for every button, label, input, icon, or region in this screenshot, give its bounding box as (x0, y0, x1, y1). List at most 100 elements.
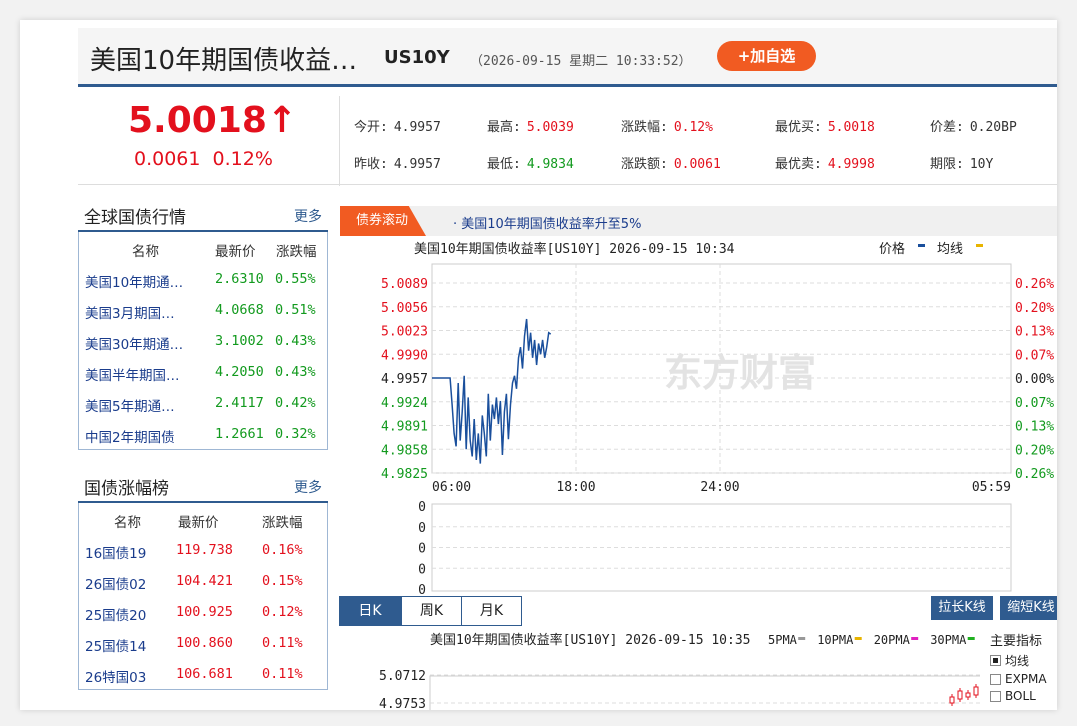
quote-field: 最优买: 5.0018 (775, 116, 875, 135)
panel-title: 国债涨幅榜 (84, 479, 169, 499)
cell-name[interactable]: 美国10年期通… (85, 271, 183, 291)
legend-price-swatch (918, 244, 925, 247)
indicator-option[interactable]: BOLL (990, 689, 1047, 703)
field-value: 5.0018 (827, 120, 875, 135)
add-watchlist-button[interactable]: +加自选 (717, 41, 816, 71)
watermark: 东方财富 (664, 351, 816, 395)
table-row[interactable]: 16国债19 119.738 0.16% (79, 534, 327, 565)
table-row[interactable]: 美国5年期通… 2.4117 0.42% (79, 387, 327, 418)
column-header: 涨跌幅 (276, 244, 317, 260)
cell-name[interactable]: 25国债14 (85, 635, 146, 655)
cell-name[interactable]: 美国5年期通… (85, 395, 175, 415)
x-tick-label: 06:00 (432, 480, 471, 495)
news-headline-link[interactable]: · 美国10年期国债收益率升至5% (453, 213, 641, 232)
cell-name[interactable]: 16国债19 (85, 542, 146, 562)
quote-stats: 今开: 4.9957 最高: 5.0039 涨跌幅: 0.12% 最优买: 5.0018 价差:… (339, 96, 1057, 186)
column-header: 最新价 (215, 244, 256, 260)
cell-pct: 0.43% (275, 333, 316, 349)
cell-price: 2.6310 (215, 271, 264, 287)
indicator-checkbox[interactable] (990, 673, 1001, 685)
kline-tab[interactable]: 日K (339, 596, 401, 626)
quote-field: 价差: 0.20BP (930, 116, 1017, 135)
table-row[interactable]: 25国债14 100.860 0.11% (79, 627, 327, 658)
y-pct-tick-label: 0.20% (1015, 301, 1054, 316)
tab-bond-news[interactable]: 债券滚动 (340, 206, 426, 236)
candle (957, 690, 963, 700)
quote-field: 涨跌额: 0.0061 (621, 153, 721, 172)
table-row[interactable]: 中国2年期国债 1.2661 0.32% (79, 418, 327, 449)
panel-header: 国债涨幅榜 更多 (78, 471, 328, 503)
volume-tick-label: 0 (418, 500, 426, 515)
table-row[interactable]: 美国半年期国… 4.2050 0.43% (79, 356, 327, 387)
shorten-kline-button[interactable]: 缩短K线 (1000, 596, 1057, 620)
cell-name[interactable]: 26特国03 (85, 666, 146, 686)
y-tick-label: 4.9753 (379, 697, 426, 710)
kline-tab[interactable]: 月K (461, 596, 522, 626)
column-header: 名称 (132, 244, 159, 260)
y-pct-tick-label: 0.13% (1015, 420, 1054, 435)
indicator-option[interactable]: EXPMA (990, 672, 1047, 686)
indicator-panel: 主要指标 均线 EXPMA BOLL (990, 630, 1047, 703)
field-value: 4.9834 (526, 157, 574, 172)
y-pct-tick-label: 0.20% (1015, 443, 1054, 458)
kline-tab[interactable]: 周K (401, 596, 462, 626)
cell-name[interactable]: 美国30年期通… (85, 333, 183, 353)
y-tick-label: 4.9957 (381, 372, 428, 387)
column-header: 最新价 (178, 515, 219, 531)
cell-price: 100.860 (176, 635, 233, 651)
legend-avg: 均线 (937, 242, 963, 257)
field-label: 今开: (354, 120, 388, 135)
table-row[interactable]: 美国3月期国… 4.0668 0.51% (79, 294, 327, 325)
kline-chart: 美国10年期国债收益率[US10Y] 2026-09-15 10:35 5PMA 1… (379, 632, 980, 710)
cell-name[interactable]: 26国债02 (85, 573, 146, 593)
y-pct-tick-label: 0.07% (1015, 348, 1054, 363)
quote-field: 最优卖: 4.9998 (775, 153, 875, 172)
cell-pct: 0.51% (275, 302, 316, 318)
cell-name[interactable]: 中国2年期国债 (85, 426, 175, 446)
quote-card: 美国10年期国债收益… US10Y （2026-09-15 星期二 10:33:… (20, 20, 1057, 710)
field-value: 5.0039 (526, 120, 574, 135)
news-bar: 债券滚动 · 美国10年期国债收益率升至5% (340, 206, 1057, 236)
table-row[interactable]: 美国30年期通… 3.1002 0.43% (79, 325, 327, 356)
table-row[interactable]: 26国债02 104.421 0.15% (79, 565, 327, 596)
cell-pct: 0.43% (275, 364, 316, 380)
ma-label: 5PMA (768, 633, 798, 647)
cell-pct: 0.42% (275, 395, 316, 411)
y-tick-label: 4.9924 (381, 396, 428, 411)
y-tick-label: 4.9858 (381, 443, 428, 458)
cell-name[interactable]: 25国债20 (85, 604, 146, 624)
y-tick-label: 5.0023 (381, 325, 428, 340)
indicator-label: 均线 (1005, 654, 1030, 668)
y-tick-label: 5.0712 (379, 669, 426, 684)
cell-name[interactable]: 美国3月期国… (85, 302, 175, 322)
ma-label: 10PMA (817, 633, 854, 647)
lengthen-kline-button[interactable]: 拉长K线 (931, 596, 993, 620)
cell-pct: 0.11% (262, 666, 303, 682)
more-link[interactable]: 更多 (294, 206, 322, 226)
quote-field: 最低: 4.9834 (487, 153, 574, 172)
quote-header: 美国10年期国债收益… US10Y （2026-09-15 星期二 10:33:… (78, 28, 1057, 87)
kline-title: 美国10年期国债收益率[US10Y] 2026-09-15 10:35 (430, 632, 751, 648)
quote-field: 期限: 10Y (930, 153, 993, 172)
cell-pct: 0.15% (262, 573, 303, 589)
divider (78, 184, 1057, 185)
table-row[interactable]: 26特国03 106.681 0.11% (79, 658, 327, 689)
field-value: 4.9957 (393, 157, 441, 172)
cell-pct: 0.11% (262, 635, 303, 651)
volume-tick-label: 0 (418, 583, 426, 596)
cell-pct: 0.12% (262, 604, 303, 620)
volume-tick-label: 0 (418, 562, 426, 577)
indicator-label: EXPMA (1005, 672, 1047, 686)
cell-pct: 0.55% (275, 271, 316, 287)
indicator-checkbox[interactable] (990, 690, 1001, 702)
table-row[interactable]: 25国债20 100.925 0.12% (79, 596, 327, 627)
cell-name[interactable]: 美国半年期国… (85, 364, 180, 384)
intraday-chart: 美国10年期国债收益率[US10Y] 2026-09-15 10:34 价格 均线 5… (381, 241, 1054, 596)
indicator-checkbox[interactable] (990, 655, 1001, 666)
column-header: 涨跌幅 (262, 515, 303, 531)
more-link[interactable]: 更多 (294, 477, 322, 497)
table-row[interactable]: 美国10年期通… 2.6310 0.55% (79, 263, 327, 294)
indicator-option[interactable]: 均线 (990, 652, 1047, 669)
global-bonds-table: 名称 最新价 涨跌幅美国10年期通… 2.6310 0.55% 美国3月期国… 4.0668… (78, 232, 328, 450)
y-tick-label: 4.9891 (381, 420, 428, 435)
